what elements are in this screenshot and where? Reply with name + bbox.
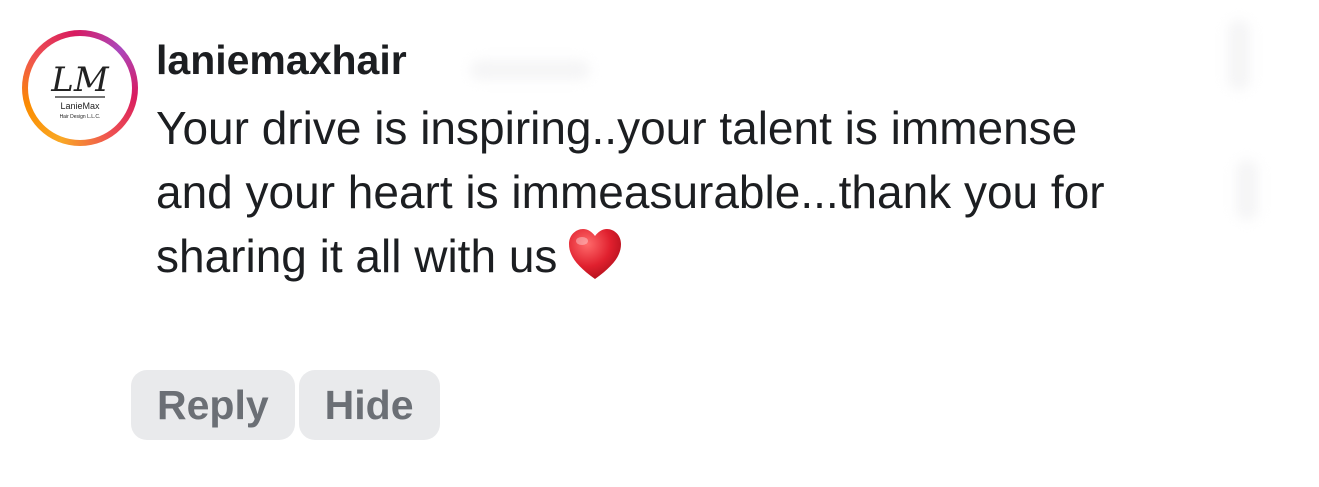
avatar[interactable]: LM LanieMax Hair Design L.L.C. [28,36,132,140]
red-heart-icon [567,228,623,298]
logo-brand: LanieMax [60,101,100,111]
faint-background-artifact [1228,20,1250,90]
laniemax-logo: LM LanieMax Hair Design L.L.C. [50,60,110,120]
comment-text: Your drive is inspiring..your talent is … [156,102,1105,282]
comment-actions: Reply Hide [131,370,440,440]
avatar-story-ring[interactable]: LM LanieMax Hair Design L.L.C. [22,30,138,146]
faint-background-artifact [1236,160,1258,220]
reply-button[interactable]: Reply [131,370,295,440]
comment-text-block: Your drive is inspiring..your talent is … [156,96,1116,298]
comment-body: laniemaxhair Your drive is inspiring..yo… [156,34,1156,298]
comment-username[interactable]: laniemaxhair [156,34,1156,86]
hide-button[interactable]: Hide [298,370,440,440]
logo-monogram: LM [50,60,110,100]
logo-tagline: Hair Design L.L.C. [60,114,101,120]
